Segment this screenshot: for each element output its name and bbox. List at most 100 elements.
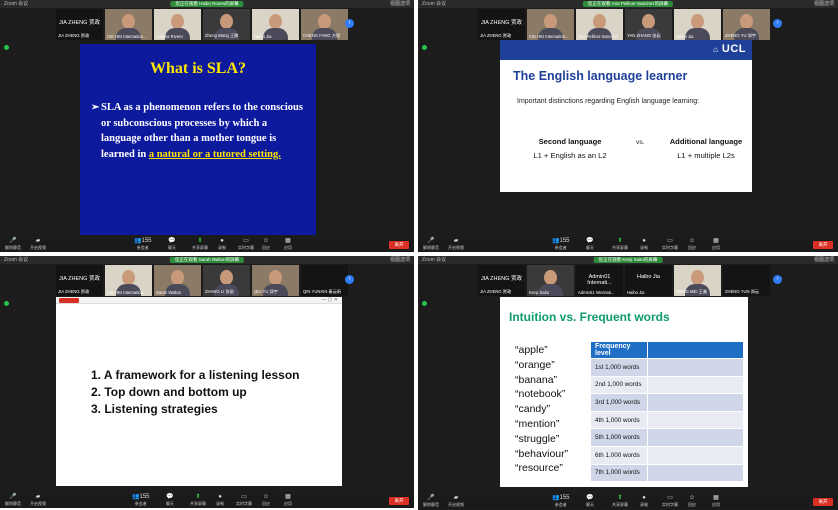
participant-tile[interactable]: JIA ZHENG 贾政 JIA ZHENG 贾政 <box>56 265 103 296</box>
record-button[interactable]: ● 录制 <box>216 494 224 507</box>
captions-button[interactable]: ▭ 实时字幕 <box>662 495 678 508</box>
screen-share-banner[interactable]: 您正在观看 Sarah Walton的屏幕 <box>169 257 245 263</box>
participant-tile[interactable]: Zheng Wang 王鹏 <box>203 9 250 40</box>
participant-tile[interactable]: YAN ZHANG 张岩 <box>625 9 672 40</box>
window-controls-icon[interactable]: — ▢ ✕ <box>321 297 338 303</box>
participant-tile[interactable]: ZHENG YU 郑宇 <box>723 9 770 40</box>
chat-button[interactable]: 💬 聊天 <box>168 238 176 251</box>
captions-button[interactable]: ▭ 实时字幕 <box>236 494 252 507</box>
reactions-button[interactable]: ☺ 回应 <box>688 238 696 251</box>
leave-button[interactable]: 离开 <box>389 241 409 249</box>
participant-tile[interactable]: Haibo Jia Haibo Jia <box>625 265 672 296</box>
share-screen-button[interactable]: ⬆ 共享屏幕 <box>612 495 628 508</box>
participant-tile[interactable]: Haibo Jia <box>252 9 299 40</box>
chat-button[interactable]: 💬 聊天 <box>586 495 594 508</box>
mute-button[interactable]: 🎤 解除静音 <box>423 495 439 508</box>
participants-button[interactable]: 👥155 参会者 <box>132 494 150 507</box>
record-icon: ● <box>642 238 646 244</box>
participant-tile[interactable]: JIA ZHENG 贾政 JIA ZHENG 贾政 <box>478 265 525 296</box>
table-header: Frequency level <box>590 341 648 359</box>
video-button[interactable]: ▰ 开启视频 <box>30 238 46 251</box>
share-screen-button[interactable]: ⬆ 共享屏幕 <box>192 238 208 251</box>
participants-button[interactable]: 👥155 参会者 <box>552 238 570 251</box>
participant-tile[interactable]: CIE HEI Internation... <box>105 9 152 40</box>
participant-tile[interactable]: Admin01 Internati... Admin01 Internati... <box>576 265 623 296</box>
table-header <box>647 341 744 359</box>
participant-tile[interactable]: Andrea Rivero <box>154 9 201 40</box>
view-options-button[interactable]: 视图选项 <box>390 0 410 8</box>
mute-button[interactable]: 🎤 解除静音 <box>5 494 21 507</box>
participant-tile[interactable]: QIN YUNXIN 秦云昕 <box>301 265 348 296</box>
leave-button[interactable]: 离开 <box>813 241 833 249</box>
view-options-button[interactable]: 视图选项 <box>814 0 834 8</box>
view-options-button[interactable]: 视图选项 <box>814 256 834 264</box>
chat-button[interactable]: 💬 聊天 <box>586 238 594 251</box>
participant-strip: JIA ZHENG 贾政 JIA ZHENG 贾政 CIE HEI Interna… <box>478 9 770 40</box>
next-page-icon[interactable]: › <box>773 275 782 284</box>
people-icon: 👥155 <box>552 495 570 501</box>
next-page-icon[interactable]: › <box>773 19 782 28</box>
reactions-button[interactable]: ☺ 回应 <box>262 238 270 251</box>
chat-icon: 💬 <box>586 495 594 501</box>
captions-button[interactable]: ▭ 实时字幕 <box>238 238 254 251</box>
screen-share-banner[interactable]: 您正在观看 Kenji Saito的屏幕 <box>593 257 663 263</box>
list-item: “banana” <box>515 373 558 386</box>
video-button[interactable]: ▰ 开启视频 <box>448 238 464 251</box>
reactions-button[interactable]: ☺ 回应 <box>688 495 696 508</box>
participant-tile[interactable]: CHENG FANG 方程 <box>301 9 348 40</box>
smile-icon: ☺ <box>262 494 270 500</box>
share-screen-icon: ⬆ <box>195 494 201 500</box>
participant-tile[interactable]: Kenji Saito <box>527 265 574 296</box>
record-button[interactable]: ● 录制 <box>640 495 648 508</box>
share-screen-button[interactable]: ⬆ 共享屏幕 <box>190 494 206 507</box>
participant-tile[interactable]: JIA ZHENG 贾政 JIA ZHENG 贾政 <box>56 9 103 40</box>
leave-button[interactable]: 离开 <box>389 497 409 505</box>
cc-icon: ▭ <box>243 238 249 244</box>
next-page-icon[interactable]: › <box>345 19 354 28</box>
participant-tile[interactable]: CIE HEI Internation... <box>527 9 574 40</box>
chat-button[interactable]: 💬 聊天 <box>166 494 174 507</box>
participant-tile[interactable]: ZHENG YUN 郑云 <box>723 265 770 296</box>
participant-tile[interactable]: WANG MEI 王美 <box>674 265 721 296</box>
participants-button[interactable]: 👥155 参会者 <box>134 238 152 251</box>
camera-icon: ▰ <box>35 238 41 244</box>
participant-tile[interactable]: ZHANG LI 张丽 <box>203 265 250 296</box>
smile-icon: ☺ <box>688 238 696 244</box>
participant-tile[interactable]: Sarah Walton <box>154 265 201 296</box>
table-row: 6th 1,000 words <box>590 445 744 465</box>
share-screen-button[interactable]: ⬆ 共享屏幕 <box>612 238 628 251</box>
participant-tile[interactable]: CIE HEI Internation... <box>105 265 152 296</box>
record-button[interactable]: ● 录制 <box>640 238 648 251</box>
captions-button[interactable]: ▭ 实时字幕 <box>662 238 678 251</box>
slide-title: Intuition vs. Frequent words <box>509 310 670 324</box>
reactions-button[interactable]: ☺ 回应 <box>262 494 270 507</box>
stop-share-button[interactable] <box>59 298 79 303</box>
mute-button[interactable]: 🎤 解除静音 <box>423 238 439 251</box>
table-row: 4th 1,000 words <box>590 410 744 430</box>
apps-button[interactable]: ▦ 应用 <box>712 495 720 508</box>
participant-tile[interactable]: Ana Pellicer-Sanchez <box>576 9 623 40</box>
camera-icon: ▰ <box>453 238 459 244</box>
apps-button[interactable]: ▦ 应用 <box>284 238 292 251</box>
screen-share-banner[interactable]: 您正在观看 Ana Pellicer-Sanchez的屏幕 <box>582 1 674 7</box>
list-item: “orange” <box>515 358 555 371</box>
video-button[interactable]: ▰ 开启视频 <box>448 495 464 508</box>
participant-tile[interactable]: Haibo Jia <box>674 9 721 40</box>
apps-button[interactable]: ▦ 应用 <box>284 494 292 507</box>
apps-button[interactable]: ▦ 应用 <box>712 238 720 251</box>
leave-button[interactable]: 离开 <box>813 498 833 506</box>
chat-icon: 💬 <box>168 238 176 244</box>
participant-tile[interactable]: JIA ZHENG 贾政 JIA ZHENG 贾政 <box>478 9 525 40</box>
slideshow-bar: — ▢ ✕ <box>56 297 342 304</box>
additional-language-column: Additional language L1 + multiple L2s <box>669 137 743 160</box>
camera-icon: ▰ <box>453 495 459 501</box>
view-options-button[interactable]: 视图选项 <box>390 256 410 264</box>
mute-button[interactable]: 🎤 解除静音 <box>5 238 21 251</box>
video-button[interactable]: ▰ 开启视频 <box>30 494 46 507</box>
record-button[interactable]: ● 录制 <box>218 238 226 251</box>
participants-button[interactable]: 👥155 参会者 <box>552 495 570 508</box>
next-page-icon[interactable]: › <box>345 275 354 284</box>
share-screen-icon: ⬆ <box>617 495 623 501</box>
screen-share-banner[interactable]: 您正在观看 Haibo Rones的屏幕 <box>170 1 244 7</box>
participant-tile[interactable]: QIU YU 邱宇 <box>252 265 299 296</box>
